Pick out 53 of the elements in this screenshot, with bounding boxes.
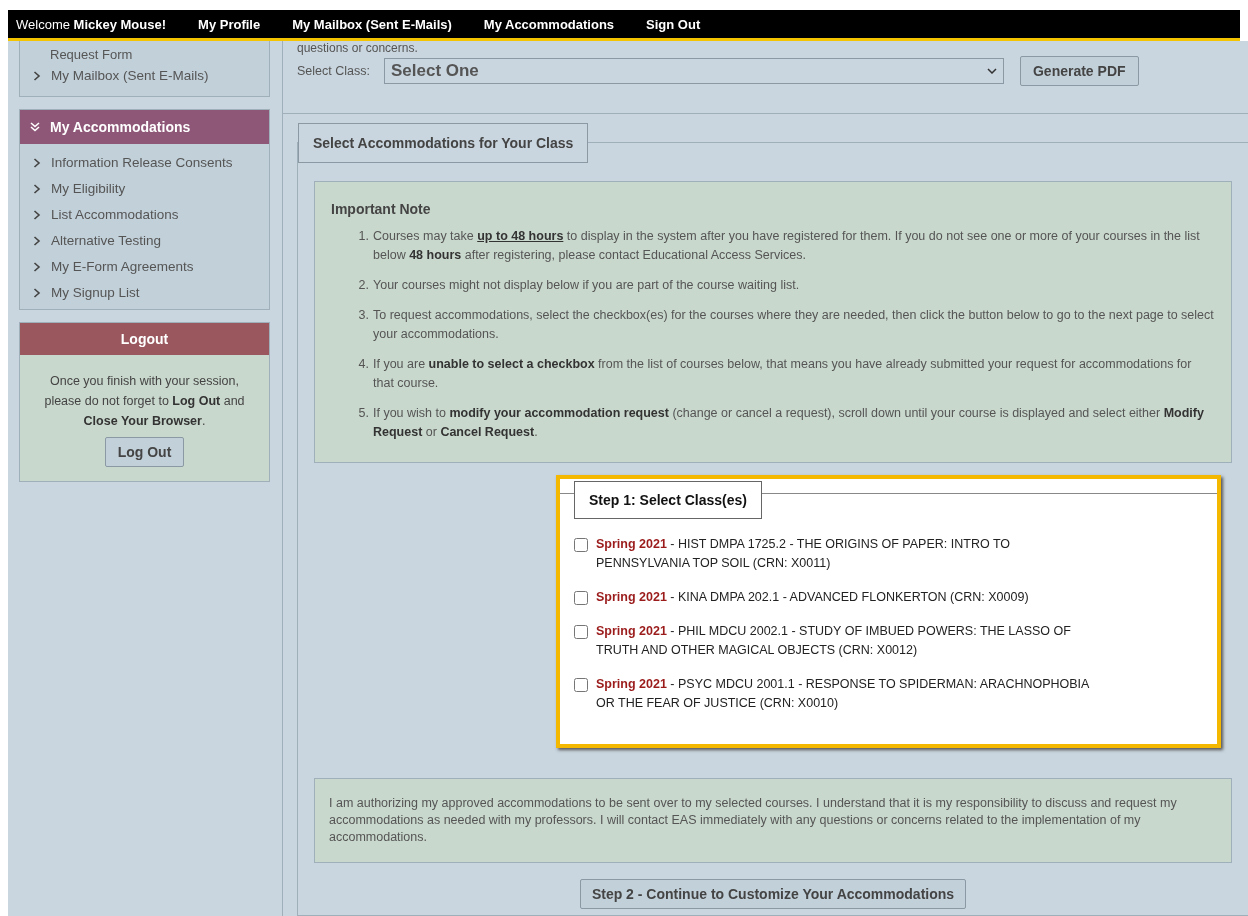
class-select[interactable]: Select One — [383, 58, 1004, 84]
list-number: 3. — [357, 307, 369, 324]
logout-button[interactable]: Log Out — [104, 437, 185, 467]
section-legend: Select Accommodations for Your Class — [298, 123, 589, 163]
list-number: 2. — [357, 277, 369, 294]
note-item: If you wish to modify your accommodation request (change or cancel a request), scroll down until your course is displayed and select either Modify Request or Cancel Request. — [373, 405, 1205, 441]
chevron-icon — [33, 183, 41, 194]
chevron-icon — [33, 157, 41, 168]
logout-message: Once you finish with your session, please do not forget to Log Out and Close Your Browser. — [43, 373, 246, 430]
dropdown-icon — [986, 68, 997, 74]
list-number: 4. — [357, 356, 369, 373]
chevron-icon — [33, 261, 41, 272]
panel-title: Logout — [20, 323, 269, 355]
field-label: Select Class: — [297, 64, 370, 78]
course-label: Spring 2021 - PSYC MDCU 2001.1 - RESPONSE TO SPIDERMAN: ARACHNOPHOBIA OR THE FEAR OF JUSTICE (CRN: X0010) — [596, 676, 1090, 712]
authorization-text: I am authorizing my approved accommodations to be sent over to my selected courses. I understand that it is my responsibility to discuss and request my accommodations as needed with my professors. I will contact EAS immediately with any questions or concerns related to the implementation of my accommodations. — [314, 778, 1232, 863]
sidebar-item[interactable]: My Eligibility — [51, 181, 126, 196]
course-label: Spring 2021 - HIST DMPA 1725.2 - THE ORIGINS OF PAPER: INTRO TO PENNSYLVANIA TOP SOIL (CRN: X0011) — [596, 536, 1011, 572]
list-number: 1. — [357, 228, 369, 245]
chevron-icon — [33, 209, 41, 220]
sidebar-item[interactable]: Alternative Testing — [51, 233, 162, 248]
cut-text: questions or concerns. — [297, 42, 418, 55]
course-checkbox[interactable] — [574, 538, 588, 552]
nav-link[interactable]: My Profile — [198, 16, 261, 32]
section-header[interactable]: My Accommodations — [20, 110, 269, 144]
sidebar-item[interactable]: Information Release Consents — [51, 155, 233, 170]
note-item: Courses may take up to 48 hours to display in the system after you have registered for them. If you do not see one or more of your courses in the list below 48 hours after registering, please contact Educational Access Services. — [373, 228, 1201, 264]
chevron-icon — [33, 235, 41, 246]
note-title: Important Note — [331, 201, 432, 217]
list-number: 5. — [357, 405, 369, 422]
note-item: To request accommodations, select the checkbox(es) for the courses where they are needed, then click the button below to go to the next page to select your accommodations. — [373, 307, 1215, 343]
sidebar-item[interactable]: My Signup List — [51, 285, 140, 300]
sidebar-item[interactable]: Request Form — [20, 43, 269, 62]
chevron-icon — [33, 70, 41, 81]
course-label: Spring 2021 - KINA DMPA 202.1 - ADVANCED FLONKERTON (CRN: X0009) — [596, 589, 1030, 606]
note-item: Your courses might not display below if you are part of the course waiting list. — [373, 277, 800, 294]
generate-pdf-button[interactable]: Generate PDF — [1019, 56, 1139, 86]
chevron-icon — [30, 122, 40, 132]
note-item: If you are unable to select a checkbox from the list of courses below, that means you have already submitted your request for accommodations for that course. — [373, 356, 1193, 392]
nav-link[interactable]: My Mailbox (Sent E-Mails) — [292, 16, 452, 32]
sidebar-item[interactable]: List Accommodations — [51, 207, 179, 222]
course-checkbox[interactable] — [574, 591, 588, 605]
course-checkbox[interactable] — [574, 625, 588, 639]
step-legend: Step 1: Select Class(es) — [574, 481, 762, 519]
course-checkbox[interactable] — [574, 678, 588, 692]
sidebar-item[interactable]: My Mailbox (Sent E-Mails) — [51, 68, 209, 83]
chevron-icon — [33, 287, 41, 298]
nav-link[interactable]: Welcome Mickey Mouse! — [16, 16, 167, 32]
nav-link[interactable]: My Accommodations — [483, 16, 615, 32]
course-label: Spring 2021 - PHIL MDCU 2002.1 - STUDY OF IMBUED POWERS: THE LASSO OF TRUTH AND OTHER MAGICAL OBJECTS (CRN: X0012) — [596, 623, 1072, 659]
continue-button[interactable]: Step 2 - Continue to Customize Your Accommodations — [579, 879, 967, 909]
sidebar-item[interactable]: My E-Form Agreements — [51, 259, 194, 274]
nav-link[interactable]: Sign Out — [646, 16, 701, 32]
